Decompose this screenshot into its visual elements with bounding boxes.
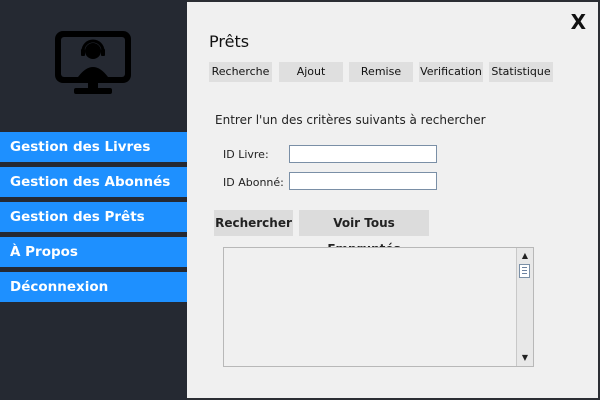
scroll-up-arrow-icon[interactable]: ▲ xyxy=(519,250,531,262)
vertical-scrollbar[interactable]: ▲ ▼ xyxy=(516,248,533,366)
tab-ajout[interactable]: Ajout xyxy=(279,62,343,82)
sidebar: Gestion des Livres Gestion des Abonnés G… xyxy=(0,0,187,400)
main-panel: X Prêts Recherche Ajout Remise Verificat… xyxy=(187,2,598,398)
tab-recherche[interactable]: Recherche xyxy=(209,62,272,82)
sidebar-item-abonnes[interactable]: Gestion des Abonnés xyxy=(0,167,187,197)
page-title: Prêts xyxy=(209,32,250,51)
tab-verification[interactable]: Verification xyxy=(419,62,483,82)
search-instruction: Entrer l'un des critères suivants à rech… xyxy=(215,113,486,127)
sidebar-item-a-propos[interactable]: À Propos xyxy=(0,237,187,267)
id-abonne-label: ID Abonné: xyxy=(223,176,284,189)
tab-remise[interactable]: Remise xyxy=(349,62,413,82)
view-all-borrowed-button[interactable]: Voir Tous Empruntés xyxy=(299,210,429,256)
results-textarea[interactable]: ▲ ▼ xyxy=(223,247,534,367)
sidebar-item-prets[interactable]: Gestion des Prêts xyxy=(0,202,187,232)
id-livre-label: ID Livre: xyxy=(223,148,269,161)
id-livre-input[interactable] xyxy=(289,145,437,163)
id-abonne-input[interactable] xyxy=(289,172,437,190)
close-icon[interactable]: X xyxy=(571,10,586,34)
sidebar-item-livres[interactable]: Gestion des Livres xyxy=(0,132,187,162)
support-agent-monitor-icon xyxy=(55,31,131,94)
sidebar-item-deconnexion[interactable]: Déconnexion xyxy=(0,272,187,302)
search-button[interactable]: Rechercher xyxy=(214,210,293,236)
scroll-thumb[interactable] xyxy=(519,264,530,278)
scroll-down-arrow-icon[interactable]: ▼ xyxy=(519,352,531,364)
tab-statistique[interactable]: Statistique xyxy=(489,62,553,82)
